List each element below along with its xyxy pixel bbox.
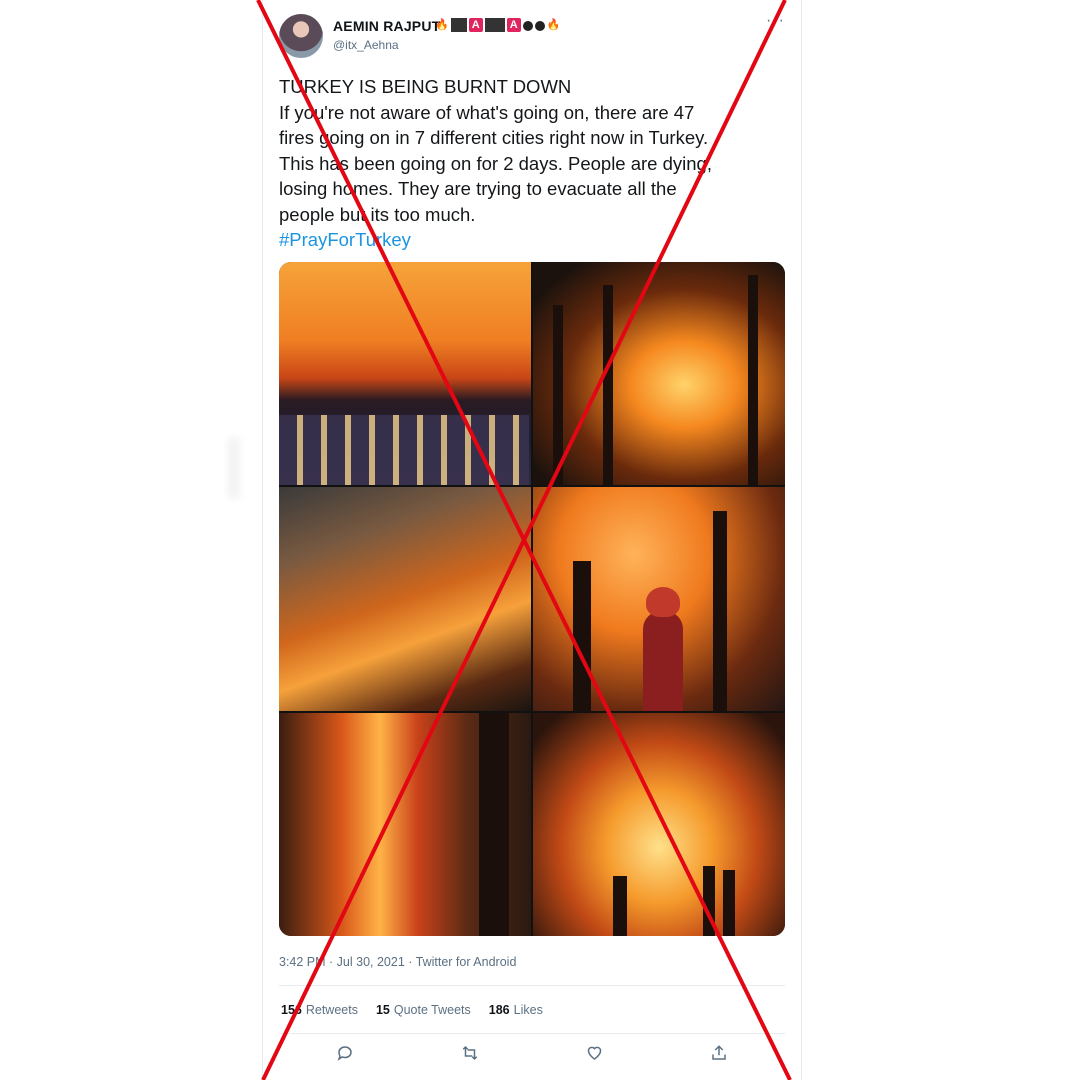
- retweets-stat[interactable]: 156 Retweets: [281, 1003, 358, 1017]
- divider: [279, 1033, 785, 1034]
- share-icon[interactable]: [708, 1042, 730, 1064]
- fire-photo-1[interactable]: [279, 262, 531, 486]
- tweet-timestamp[interactable]: 3:42 PM · Jul 30, 2021 · Twitter for And…: [279, 955, 516, 969]
- likes-label: Likes: [513, 1003, 543, 1017]
- action-bar: [263, 1042, 801, 1064]
- flame-emoji: 🔥: [435, 19, 449, 31]
- tree-silhouette: [553, 305, 563, 486]
- tweet-line: losing homes. They are trying to evacuat…: [279, 178, 677, 199]
- tweet-text: TURKEY IS BEING BURNT DOWN If you're not…: [279, 74, 779, 253]
- display-name[interactable]: AEMIN RAJPUT: [333, 18, 440, 34]
- retweets-label: Retweets: [305, 1003, 358, 1017]
- firefighter-silhouette: [643, 610, 683, 711]
- retweet-icon[interactable]: [459, 1042, 481, 1064]
- like-icon[interactable]: [583, 1042, 605, 1064]
- quote-tweets-stat[interactable]: 15 Quote Tweets: [376, 1003, 471, 1017]
- emoji-dot: [522, 21, 533, 31]
- avatar[interactable]: [279, 14, 323, 58]
- more-icon[interactable]: ···: [766, 12, 785, 30]
- tweet-line: fires going on in 7 different cities rig…: [279, 127, 709, 148]
- tree-silhouette: [713, 510, 727, 711]
- emoji-letter-badge: A: [468, 18, 483, 32]
- fire-photo-6[interactable]: [533, 712, 785, 936]
- building-silhouette: [279, 415, 529, 486]
- emoji-letter-badge: A: [506, 18, 521, 32]
- tweet-line: TURKEY IS BEING BURNT DOWN: [279, 76, 572, 97]
- fire-photo-3[interactable]: [279, 487, 531, 711]
- user-handle[interactable]: @itx_Aehna: [333, 38, 399, 52]
- fire-photo-2[interactable]: [533, 262, 785, 486]
- engagement-stats: 156 Retweets 15 Quote Tweets 186 Likes: [281, 1003, 543, 1017]
- emoji-dot: [534, 21, 545, 31]
- media-grid: [279, 262, 785, 936]
- tree-silhouette: [479, 712, 509, 936]
- tree-silhouette: [573, 560, 591, 711]
- tweet-card: AEMIN RAJPUT 🔥 A A 🔥 @itx_Aehna ··· TURK…: [262, 0, 802, 1080]
- person-silhouette: [703, 865, 715, 936]
- person-silhouette: [723, 869, 735, 936]
- tweet-line: If you're not aware of what's going on, …: [279, 101, 695, 123]
- tree-silhouette: [603, 285, 613, 486]
- likes-count: 186: [488, 1003, 510, 1017]
- fire-photo-5[interactable]: [279, 712, 531, 936]
- background-smudge: [228, 438, 240, 498]
- divider: [279, 985, 785, 986]
- likes-stat[interactable]: 186 Likes: [489, 1003, 543, 1017]
- reply-icon[interactable]: [334, 1042, 356, 1064]
- hashtag-link[interactable]: #PrayForTurkey: [279, 229, 411, 250]
- emoji-block: [484, 18, 505, 32]
- quote-tweets-count: 15: [375, 1003, 390, 1017]
- name-emoji-badges: 🔥 A A 🔥: [435, 18, 560, 32]
- firefighter-helmet: [646, 587, 680, 618]
- fire-photo-4[interactable]: [533, 487, 785, 711]
- tweet-line: This has been going on for 2 days. Peopl…: [279, 152, 712, 174]
- retweets-count: 156: [281, 1003, 302, 1017]
- tweet-line: people but its too much.: [279, 203, 476, 225]
- person-silhouette: [613, 875, 627, 936]
- quote-tweets-label: Quote Tweets: [393, 1003, 471, 1017]
- flame-emoji: 🔥: [546, 19, 561, 31]
- emoji-block: [450, 18, 467, 32]
- tree-silhouette: [748, 275, 758, 486]
